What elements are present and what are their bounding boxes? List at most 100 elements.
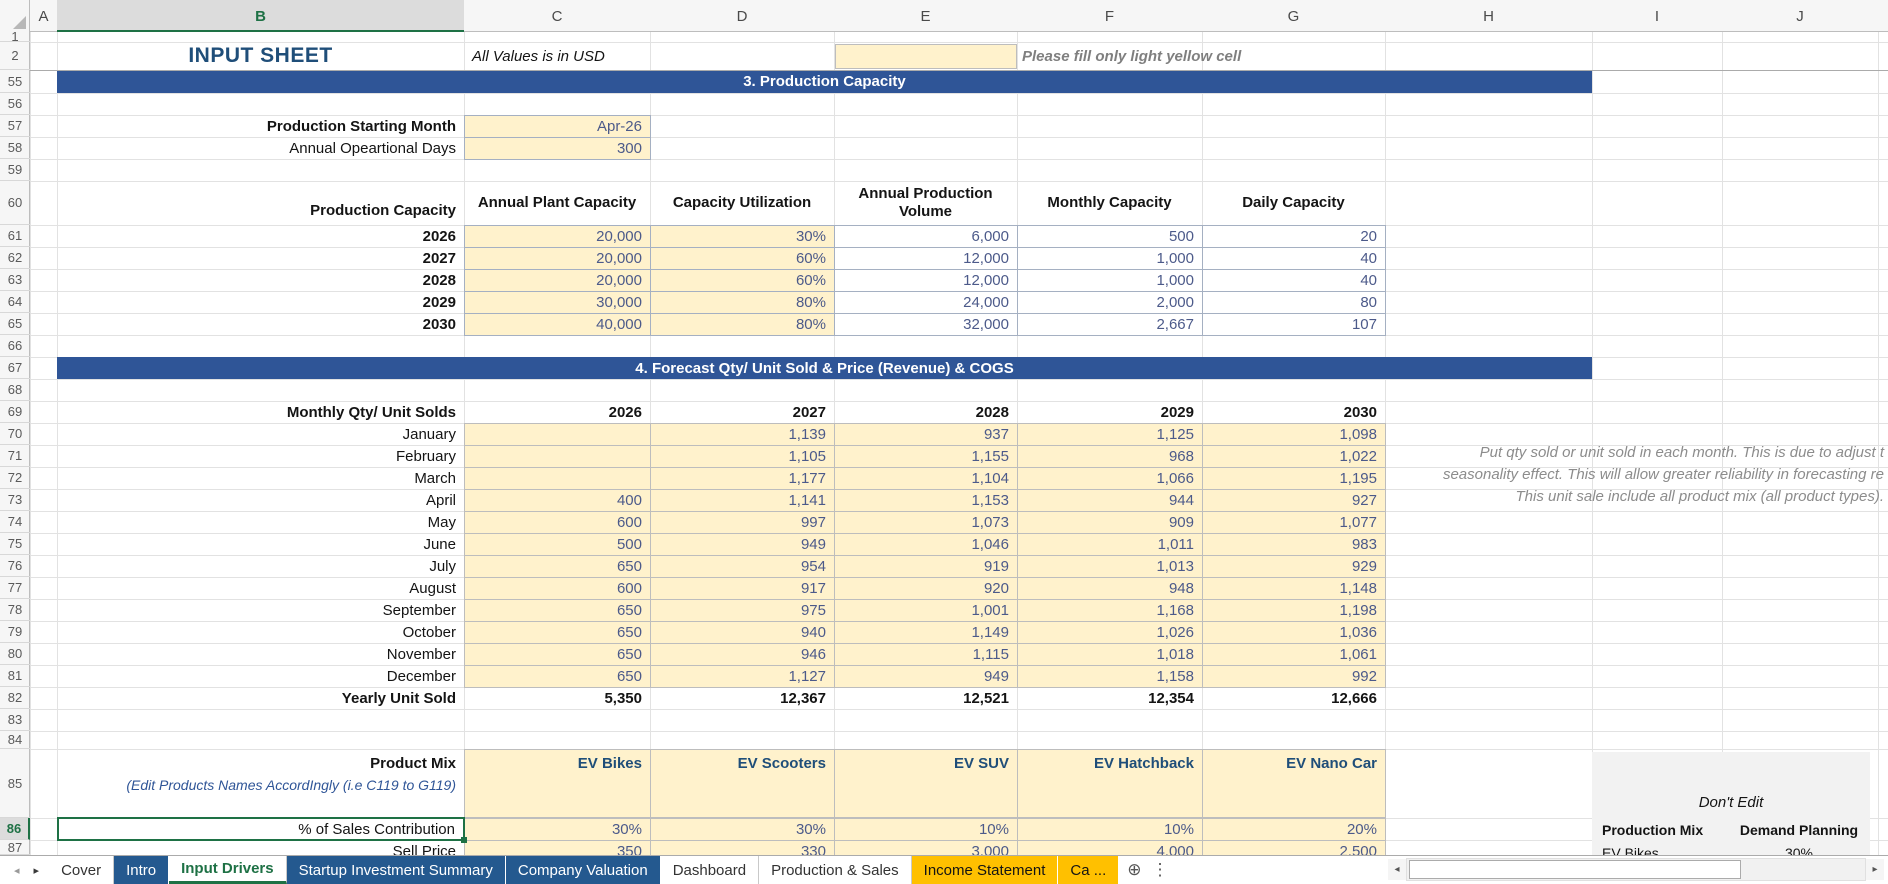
- forecast-cell-june-2[interactable]: 1,046: [834, 533, 1018, 556]
- sales-contribution-ev-hatchback[interactable]: 10%: [1017, 818, 1203, 841]
- forecast-cell-december-3[interactable]: 1,158: [1017, 665, 1203, 688]
- row-header-60[interactable]: 60: [0, 181, 30, 225]
- row-header-57[interactable]: 57: [0, 115, 30, 137]
- column-header-a[interactable]: A: [30, 0, 57, 32]
- forecast-cell-february-2[interactable]: 1,155: [834, 445, 1018, 468]
- capacity-cell-2028-2[interactable]: 12,000: [834, 269, 1018, 292]
- forecast-cell-january-2[interactable]: 937: [834, 423, 1018, 446]
- forecast-cell-january-1[interactable]: 1,139: [650, 423, 835, 446]
- capacity-cell-2029-4[interactable]: 80: [1202, 291, 1386, 314]
- column-header-e[interactable]: E: [834, 0, 1017, 32]
- scrollbar-right-arrow[interactable]: ▸: [1866, 859, 1884, 880]
- tab-company-valuation[interactable]: Company Valuation: [506, 856, 661, 884]
- forecast-cell-october-0[interactable]: 650: [464, 621, 651, 644]
- forecast-cell-december-0[interactable]: 650: [464, 665, 651, 688]
- tab-production-sales[interactable]: Production & Sales: [759, 856, 912, 884]
- column-header-g[interactable]: G: [1202, 0, 1385, 32]
- row-header-84[interactable]: 84: [0, 731, 30, 749]
- forecast-cell-september-0[interactable]: 650: [464, 599, 651, 622]
- row-header-82[interactable]: 82: [0, 687, 30, 709]
- capacity-cell-2027-3[interactable]: 1,000: [1017, 247, 1203, 270]
- forecast-cell-november-4[interactable]: 1,061: [1202, 643, 1386, 666]
- scrollbar-track[interactable]: [1406, 858, 1866, 881]
- capacity-cell-2029-3[interactable]: 2,000: [1017, 291, 1203, 314]
- capacity-cell-2026-4[interactable]: 20: [1202, 225, 1386, 248]
- row-header-66[interactable]: 66: [0, 335, 30, 357]
- forecast-cell-july-2[interactable]: 919: [834, 555, 1018, 578]
- sales-contribution-ev-scooters[interactable]: 30%: [650, 818, 835, 841]
- selection-fill-handle[interactable]: [461, 837, 467, 843]
- forecast-cell-april-0[interactable]: 400: [464, 489, 651, 512]
- row-header-70[interactable]: 70: [0, 423, 30, 445]
- row-header-71[interactable]: 71: [0, 445, 30, 467]
- forecast-cell-september-2[interactable]: 1,001: [834, 599, 1018, 622]
- forecast-cell-june-4[interactable]: 983: [1202, 533, 1386, 556]
- forecast-cell-march-4[interactable]: 1,195: [1202, 467, 1386, 490]
- sales-contribution-ev-nano-car[interactable]: 20%: [1202, 818, 1386, 841]
- row-header-83[interactable]: 83: [0, 709, 30, 731]
- tab-income-statement[interactable]: Income Statement: [912, 856, 1059, 884]
- capacity-cell-2027-2[interactable]: 12,000: [834, 247, 1018, 270]
- operational-days-input[interactable]: 300: [464, 137, 651, 160]
- forecast-cell-november-3[interactable]: 1,018: [1017, 643, 1203, 666]
- forecast-cell-october-3[interactable]: 1,026: [1017, 621, 1203, 644]
- row-header-85[interactable]: 85: [0, 749, 30, 818]
- column-header-d[interactable]: D: [650, 0, 834, 32]
- forecast-cell-may-3[interactable]: 909: [1017, 511, 1203, 534]
- sales-contribution-ev-bikes[interactable]: 30%: [464, 818, 651, 841]
- forecast-cell-july-0[interactable]: 650: [464, 555, 651, 578]
- select-all-corner[interactable]: [0, 0, 30, 32]
- forecast-cell-january-4[interactable]: 1,098: [1202, 423, 1386, 446]
- forecast-cell-july-1[interactable]: 954: [650, 555, 835, 578]
- forecast-cell-february-1[interactable]: 1,105: [650, 445, 835, 468]
- row-header-2[interactable]: 2: [0, 42, 30, 70]
- row-header-87[interactable]: 87: [0, 840, 30, 855]
- forecast-cell-may-1[interactable]: 997: [650, 511, 835, 534]
- row-header-56[interactable]: 56: [0, 93, 30, 115]
- column-header-f[interactable]: F: [1017, 0, 1202, 32]
- capacity-cell-2027-0[interactable]: 20,000: [464, 247, 651, 270]
- row-header-72[interactable]: 72: [0, 467, 30, 489]
- forecast-cell-october-4[interactable]: 1,036: [1202, 621, 1386, 644]
- forecast-cell-august-0[interactable]: 600: [464, 577, 651, 600]
- forecast-cell-april-1[interactable]: 1,141: [650, 489, 835, 512]
- forecast-cell-december-2[interactable]: 949: [834, 665, 1018, 688]
- capacity-cell-2030-4[interactable]: 107: [1202, 313, 1386, 336]
- row-header-64[interactable]: 64: [0, 291, 30, 313]
- forecast-cell-february-3[interactable]: 968: [1017, 445, 1203, 468]
- row-header-80[interactable]: 80: [0, 643, 30, 665]
- row-header-76[interactable]: 76: [0, 555, 30, 577]
- row-header-58[interactable]: 58: [0, 137, 30, 159]
- forecast-cell-april-2[interactable]: 1,153: [834, 489, 1018, 512]
- row-header-67[interactable]: 67: [0, 357, 30, 379]
- capacity-cell-2026-2[interactable]: 6,000: [834, 225, 1018, 248]
- capacity-cell-2029-2[interactable]: 24,000: [834, 291, 1018, 314]
- forecast-cell-march-2[interactable]: 1,104: [834, 467, 1018, 490]
- forecast-cell-july-4[interactable]: 929: [1202, 555, 1386, 578]
- forecast-cell-june-1[interactable]: 949: [650, 533, 835, 556]
- tab-dashboard[interactable]: Dashboard: [661, 856, 759, 884]
- capacity-cell-2030-3[interactable]: 2,667: [1017, 313, 1203, 336]
- column-header-c[interactable]: C: [464, 0, 650, 32]
- column-header-i[interactable]: I: [1592, 0, 1722, 32]
- row-header-75[interactable]: 75: [0, 533, 30, 555]
- row-header-63[interactable]: 63: [0, 269, 30, 291]
- forecast-cell-june-3[interactable]: 1,011: [1017, 533, 1203, 556]
- forecast-cell-december-1[interactable]: 1,127: [650, 665, 835, 688]
- forecast-cell-september-3[interactable]: 1,168: [1017, 599, 1203, 622]
- row-header-1[interactable]: 1: [0, 32, 30, 42]
- row-header-81[interactable]: 81: [0, 665, 30, 687]
- forecast-cell-july-3[interactable]: 1,013: [1017, 555, 1203, 578]
- row-header-68[interactable]: 68: [0, 379, 30, 401]
- starting-month-input[interactable]: Apr-26: [464, 115, 651, 138]
- capacity-cell-2029-1[interactable]: 80%: [650, 291, 835, 314]
- forecast-cell-may-4[interactable]: 1,077: [1202, 511, 1386, 534]
- capacity-cell-2028-1[interactable]: 60%: [650, 269, 835, 292]
- add-sheet-icon[interactable]: ⊕: [1127, 860, 1141, 880]
- forecast-cell-september-1[interactable]: 975: [650, 599, 835, 622]
- row-header-69[interactable]: 69: [0, 401, 30, 423]
- capacity-cell-2026-3[interactable]: 500: [1017, 225, 1203, 248]
- product-header-ev-scooters[interactable]: EV Scooters: [650, 749, 835, 818]
- capacity-cell-2030-2[interactable]: 32,000: [834, 313, 1018, 336]
- tab-options-icon[interactable]: ⋮: [1152, 860, 1169, 880]
